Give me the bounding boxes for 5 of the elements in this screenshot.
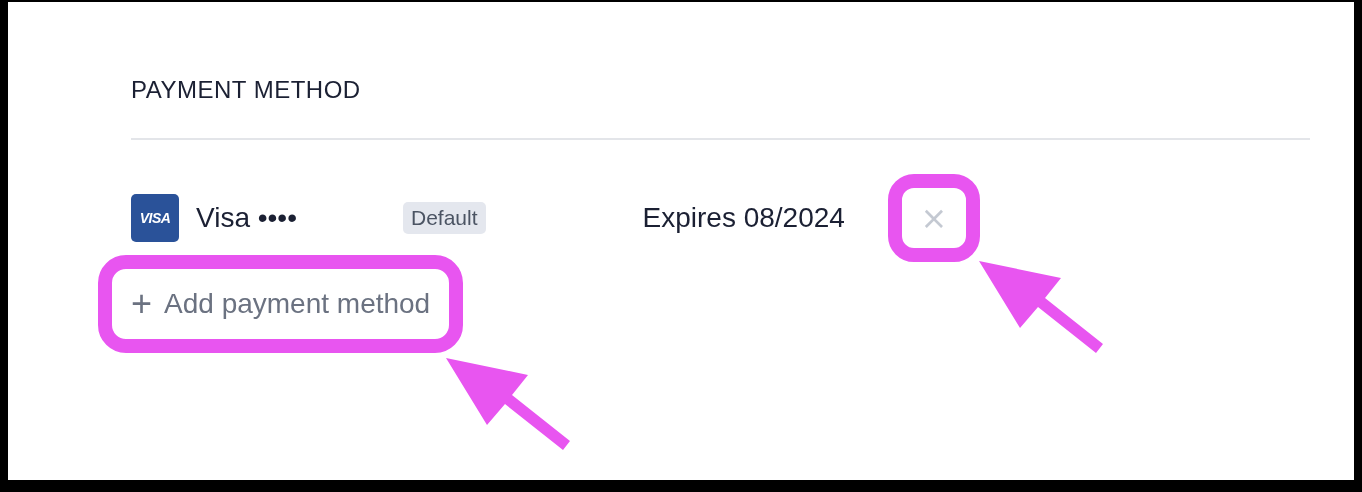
default-badge: Default [403, 202, 486, 234]
card-name: Visa •••• [196, 202, 298, 234]
card-logo: VISA [131, 194, 179, 242]
section-title: PAYMENT METHOD [131, 75, 362, 105]
expiry-date: Expires 08/2024 [642, 202, 845, 234]
